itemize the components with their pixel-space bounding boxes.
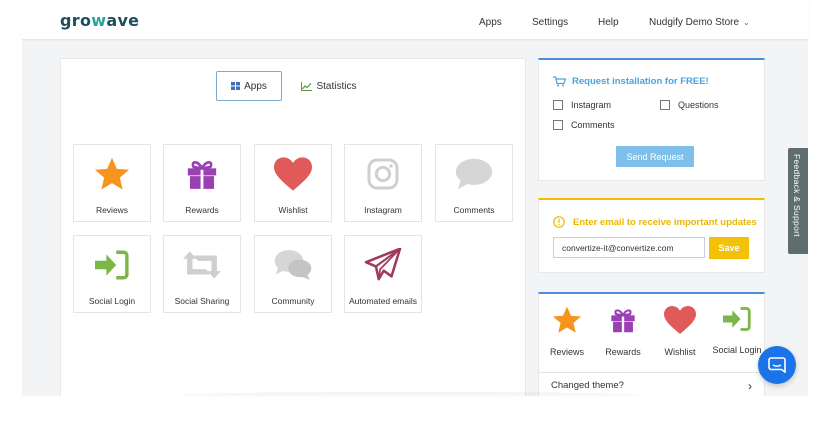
theme-item-rewards[interactable]: Rewards (595, 306, 651, 357)
apps-panel: Apps Statistics Reviews Rewards Wishlist… (60, 58, 526, 398)
app-tile-reviews[interactable]: Reviews (73, 144, 151, 222)
chat-bubbles-icon (274, 248, 312, 282)
email-input[interactable]: convertize-it@convertize.com (553, 237, 705, 258)
heart-icon (664, 306, 696, 339)
checkbox-questions[interactable]: Questions (660, 100, 719, 110)
store-dropdown[interactable]: Nudgify Demo Store ⌄ (649, 17, 750, 28)
gift-icon (609, 306, 637, 339)
send-request-button[interactable]: Send Request (616, 146, 694, 167)
chat-icon (768, 357, 786, 373)
app-tile-rewards[interactable]: Rewards (163, 144, 241, 222)
star-icon (94, 157, 130, 191)
request-title: Request installation for FREE! (553, 76, 709, 87)
app-tile-instagram[interactable]: Instagram (344, 144, 422, 222)
checkbox[interactable] (553, 100, 563, 110)
top-navigation-bar: growave Apps Settings Help Nudgify Demo … (22, 0, 808, 40)
repeat-icon (183, 248, 221, 282)
tab-apps[interactable]: Apps (216, 71, 282, 101)
save-button[interactable]: Save (709, 237, 749, 259)
info-icon (553, 216, 565, 228)
chat-launcher-button[interactable] (758, 346, 796, 384)
checkbox[interactable] (553, 120, 563, 130)
app-tile-wishlist[interactable]: Wishlist (254, 144, 332, 222)
login-arrow-icon (95, 248, 129, 282)
login-arrow-icon (723, 306, 751, 337)
nav-apps[interactable]: Apps (479, 17, 502, 28)
app-tile-community[interactable]: Community (254, 235, 332, 313)
cart-icon (553, 76, 566, 87)
email-title: Enter email to receive important updates (553, 216, 757, 228)
checkbox-instagram[interactable]: Instagram (553, 100, 611, 110)
heart-icon (274, 157, 312, 191)
email-updates-card: Enter email to receive important updates… (538, 198, 765, 273)
app-tile-comments[interactable]: Comments (435, 144, 513, 222)
feedback-support-tab[interactable]: Feedback & Support (788, 148, 808, 254)
page: growave Apps Settings Help Nudgify Demo … (0, 0, 826, 421)
paper-plane-icon (364, 248, 402, 282)
star-icon (552, 306, 582, 339)
app-tile-automated-emails[interactable]: Automated emails (344, 235, 422, 313)
tab-statistics[interactable]: Statistics (299, 71, 359, 101)
checkbox-comments[interactable]: Comments (553, 120, 615, 130)
line-chart-icon (301, 81, 313, 91)
chevron-down-icon: ⌄ (743, 18, 750, 27)
theme-item-wishlist[interactable]: Wishlist (652, 306, 708, 357)
grid-icon (231, 82, 241, 90)
theme-apps-card: Reviews Rewards Wishlist Social Login Ch… (538, 292, 765, 398)
instagram-icon (367, 157, 399, 191)
chevron-right-icon: › (748, 379, 752, 393)
request-installation-card: Request installation for FREE! Instagram… (538, 58, 765, 181)
nav-help[interactable]: Help (598, 17, 619, 28)
theme-item-social-login[interactable]: Social Login (709, 306, 765, 355)
theme-item-reviews[interactable]: Reviews (539, 306, 595, 357)
nav-settings[interactable]: Settings (532, 17, 568, 28)
gift-icon (185, 157, 219, 191)
app-tile-social-login[interactable]: Social Login (73, 235, 151, 313)
app-tile-social-sharing[interactable]: Social Sharing (163, 235, 241, 313)
page-bottom-area (0, 396, 826, 421)
scroll-shadow (180, 392, 640, 398)
comment-bubble-icon (455, 157, 493, 191)
checkbox[interactable] (660, 100, 670, 110)
growave-logo[interactable]: growave (60, 11, 139, 30)
